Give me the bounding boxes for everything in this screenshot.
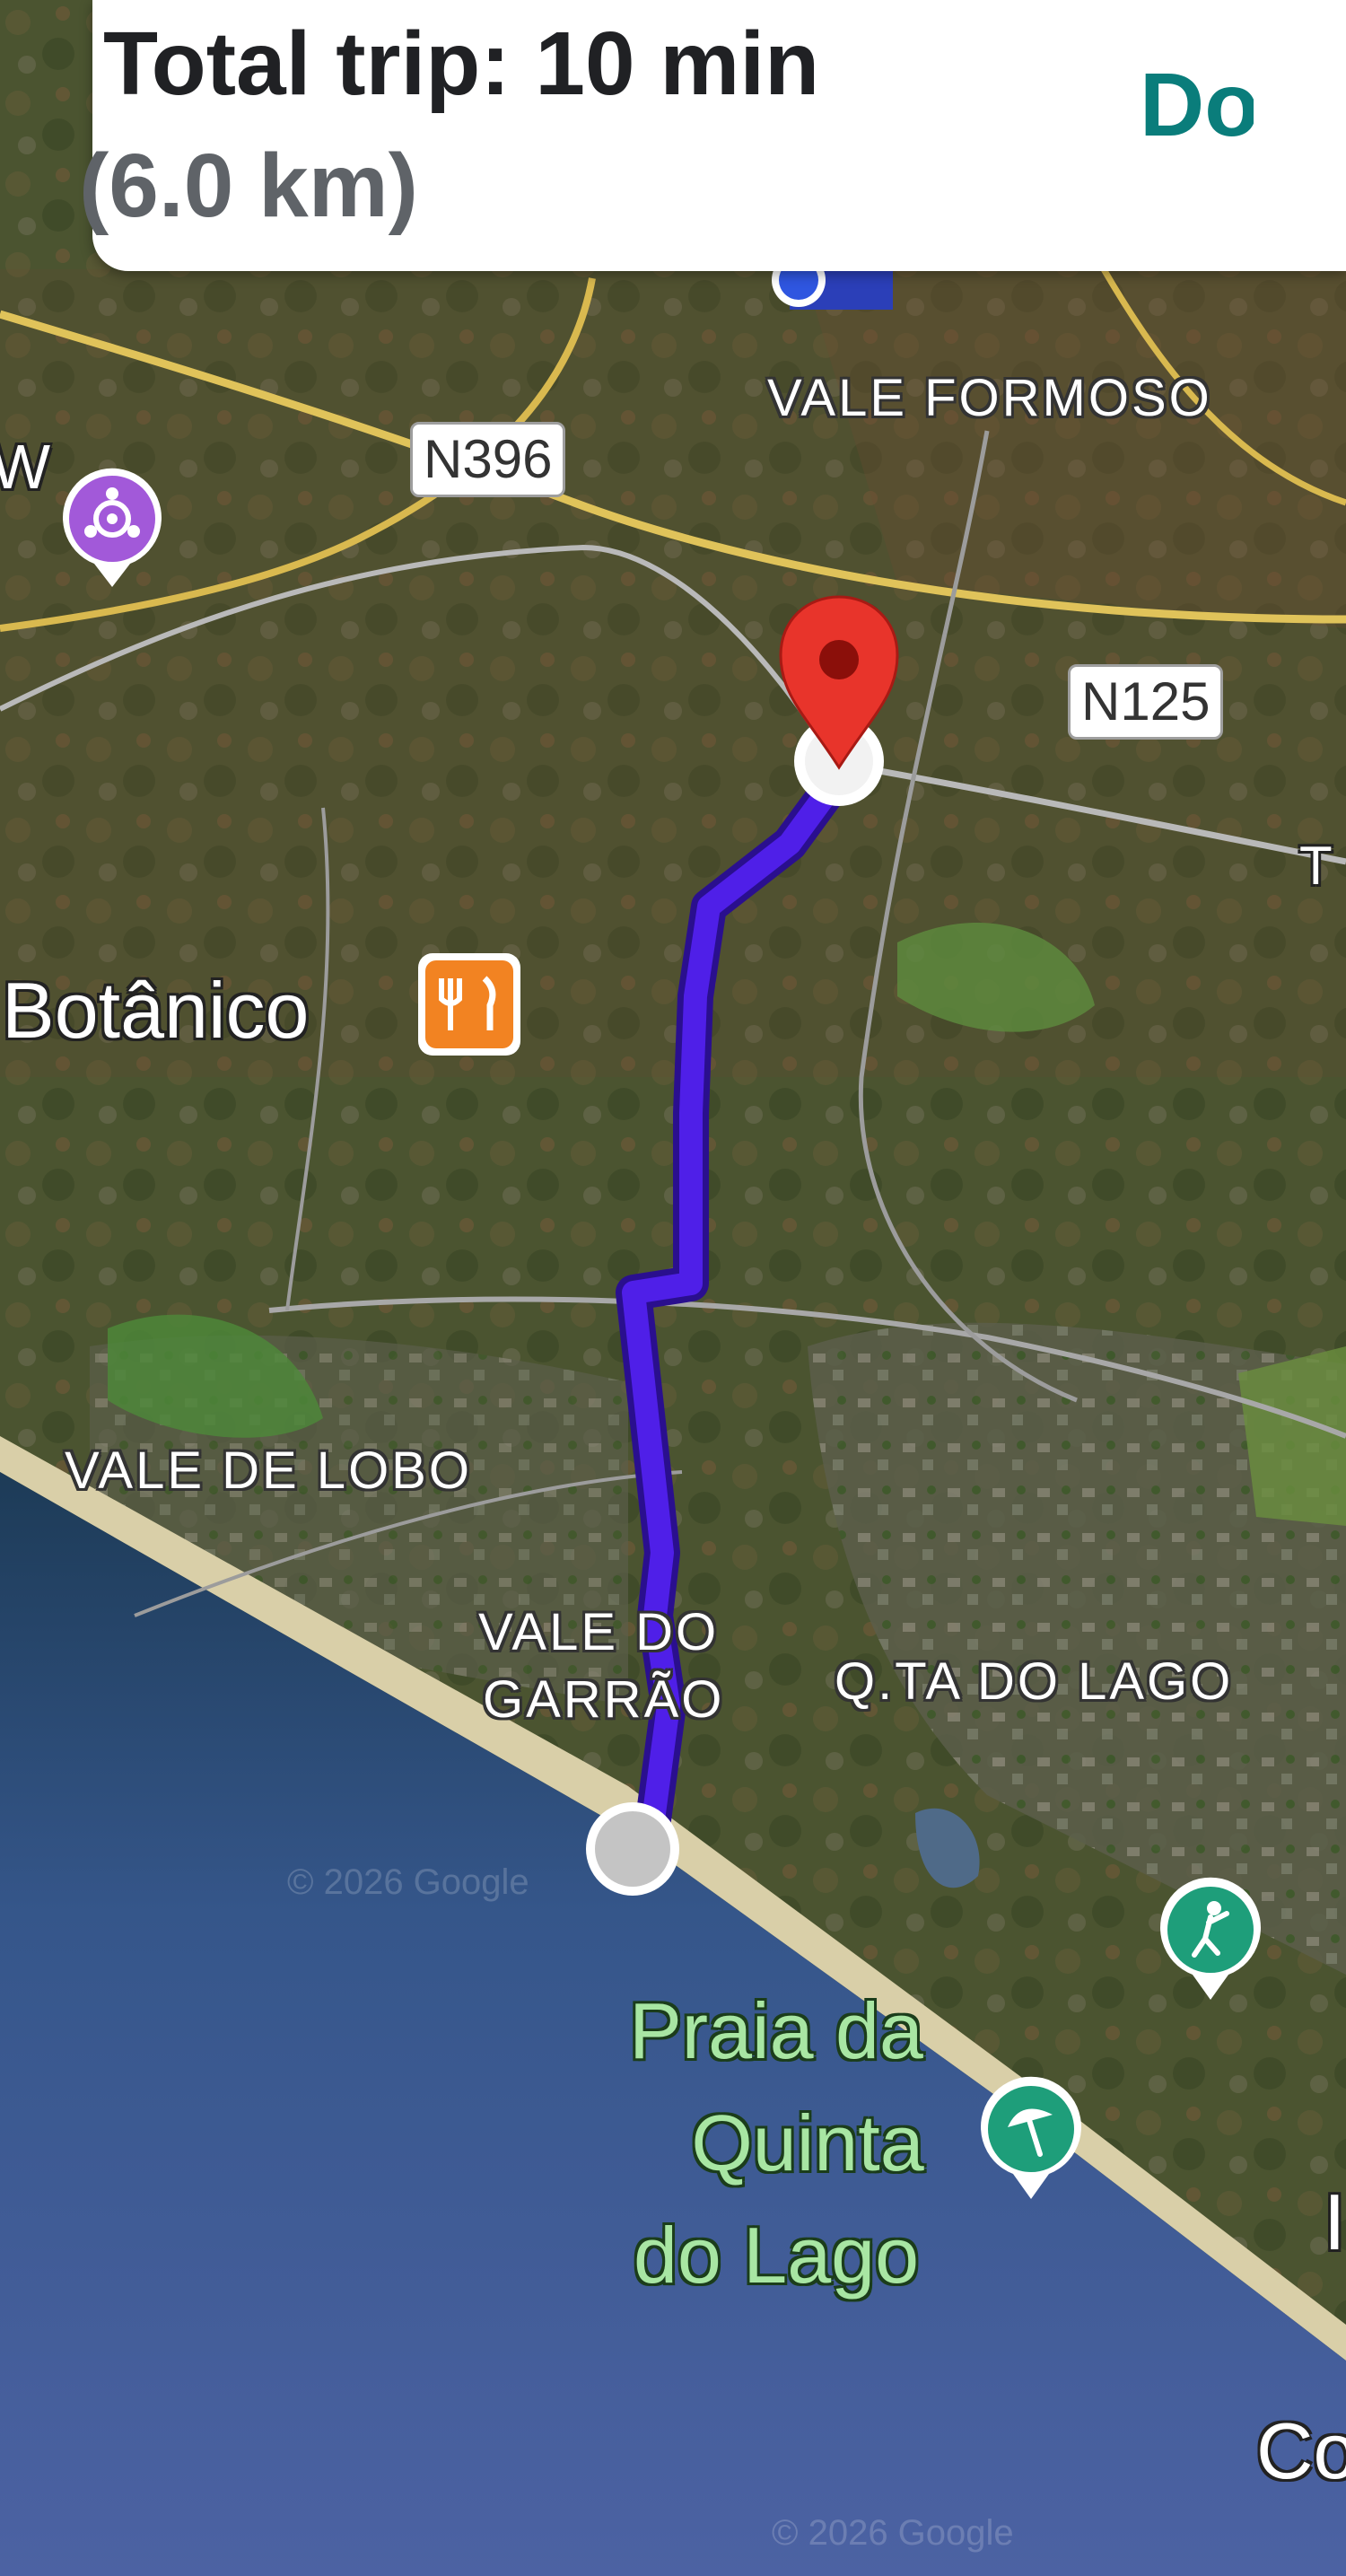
area-label-vale-do-garrao-line1: VALE DO [478,1603,720,1661]
poi-golf[interactable] [1155,1876,1266,2006]
restaurant-icon [418,953,520,1056]
road-shield-n396: N396 [410,422,566,497]
origin-marker[interactable] [586,1802,679,1896]
trip-distance: (6.0 km) [79,136,418,236]
beach-umbrella-icon [981,2076,1081,2199]
poi-beach[interactable] [975,2075,1087,2205]
area-label-vale-formoso: VALE FORMOSO [767,369,1212,427]
place-label-botanico[interactable]: Botânico [2,965,309,1056]
edge-label-left: W [0,432,51,502]
beach-label-line2: Quinta [691,2098,924,2187]
poi-restaurant[interactable] [415,950,524,1064]
destination-marker[interactable] [779,595,899,806]
edge-label-right-bottom: Co [1256,2406,1346,2495]
area-label-quinta-do-lago: Q.TA DO LAGO [835,1652,1234,1711]
trip-duration: Total trip: 10 min [103,13,820,114]
area-label-vale-do-garrao-line2: GARRÃO [483,1670,725,1729]
road-shield-n125: N125 [1068,664,1224,740]
map-watermark: © 2026 Google [287,1862,529,1902]
area-label-vale-de-lobo: VALE DE LOBO [65,1441,472,1500]
edge-label-right-mid: I [1324,2177,1346,2266]
attraction-icon [63,468,162,587]
done-button[interactable]: Do [1140,54,1254,157]
beach-label-line3: do Lago [633,2211,920,2300]
edge-label-right-top: T [1299,836,1333,896]
golf-icon [1160,1877,1261,2000]
poi-attraction[interactable] [58,465,166,595]
map-watermark-2: © 2026 Google [772,2513,1014,2553]
place-label-praia-quinta-do-lago[interactable]: Praia da Quinta do Lago [592,1975,960,2311]
beach-label-line1: Praia da [629,1986,923,2075]
